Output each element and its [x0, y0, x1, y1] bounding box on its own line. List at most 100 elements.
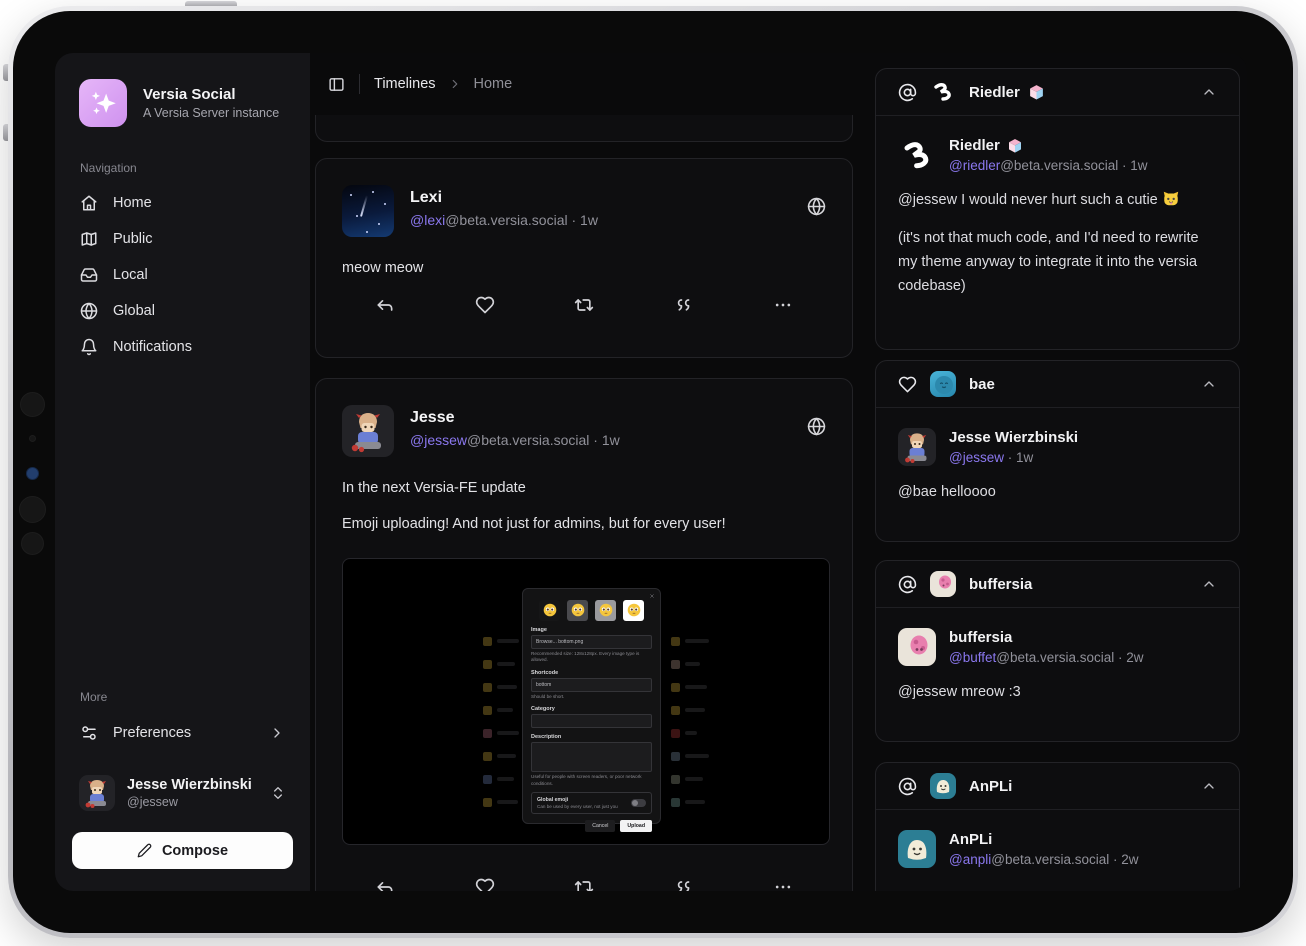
notification-user-handle[interactable]: @riedler [949, 158, 1000, 173]
sidebar-item-label: Global [113, 303, 155, 319]
avatar[interactable] [898, 428, 936, 466]
bezel-dot [19, 496, 46, 523]
more-options-button[interactable] [773, 295, 793, 315]
brand-tagline: A Versia Server instance [143, 106, 279, 120]
notification-user-name[interactable]: buffersia [949, 629, 1144, 646]
notification-card-like[interactable]: bae Jesse Wierzbinski @jessew · 1w @bae … [875, 360, 1240, 542]
compose-label: Compose [162, 843, 228, 859]
boost-button[interactable] [574, 295, 594, 315]
post-author-name[interactable]: Lexi [410, 188, 598, 207]
avatar[interactable] [898, 830, 936, 868]
avatar [930, 571, 956, 597]
notification-user-handle[interactable]: @jessew [949, 450, 1004, 465]
notification-text: @jessew I would never hurt such a cutie [898, 189, 1217, 213]
emoji-preview-tile [567, 600, 588, 621]
sidebar-toggle-button[interactable] [328, 76, 345, 93]
cat-emoji [1162, 189, 1180, 207]
at-sign-icon [898, 83, 917, 102]
visibility-globe-icon [807, 197, 826, 216]
dialog-image-label: Image [531, 627, 652, 633]
avatar[interactable] [342, 185, 394, 237]
dialog-description-hint: Useful for people with screen readers, o… [531, 774, 652, 787]
more-section-label: More [55, 690, 310, 704]
sidebar-item-notifications[interactable]: Notifications [55, 329, 310, 365]
sidebar: Versia Social A Versia Server instance N… [55, 53, 310, 891]
post-card[interactable]: Jesse @jessew@beta.versia.social · 1w In… [315, 378, 853, 891]
like-button[interactable] [475, 877, 495, 891]
notification-header[interactable]: Riedler [876, 69, 1239, 116]
dialog-category-input [531, 714, 652, 728]
timeline-header: Timelines Home [310, 53, 860, 115]
breadcrumb-root[interactable]: Timelines [374, 76, 436, 92]
sidebar-item-public[interactable]: Public [55, 221, 310, 257]
close-icon [649, 593, 655, 599]
dialog-shortcode-label: Shortcode [531, 670, 652, 676]
notification-user-handle[interactable]: @buffet [949, 650, 996, 665]
post-host-time: @beta.versia.social · 1w [445, 212, 598, 228]
post-author-name[interactable]: Jesse [410, 408, 620, 427]
chevrons-up-down-icon [270, 785, 286, 801]
compose-button[interactable]: Compose [72, 832, 293, 869]
dialog-global-emoji-row: Global emoji Can be used by every user, … [531, 792, 652, 814]
quote-button[interactable] [674, 295, 694, 315]
brand[interactable]: Versia Social A Versia Server instance [55, 53, 310, 127]
notification-host-time: · 1w [1004, 450, 1033, 465]
avatar[interactable] [342, 405, 394, 457]
dialog-shortcode-hint: Should be short. [531, 694, 652, 700]
notification-user-name[interactable]: AnPLi [949, 831, 1139, 848]
post-media-screenshot[interactable]: Image Browse... bottom.png Recommended s… [342, 558, 830, 845]
dialog-shortcode-input: bottom [531, 678, 652, 692]
dialog-image-hint: Recommended size: 128x128px. Every image… [531, 651, 652, 664]
nav-section-label: Navigation [55, 161, 310, 175]
sidebar-item-local[interactable]: Local [55, 257, 310, 293]
reply-button[interactable] [375, 877, 395, 891]
bezel-dot [20, 392, 45, 417]
collapse-chevron-up-icon[interactable] [1201, 778, 1217, 794]
camera-icon [26, 467, 39, 480]
avatar[interactable] [898, 628, 936, 666]
sidebar-item-preferences[interactable]: Preferences [55, 714, 310, 752]
collapse-chevron-up-icon[interactable] [1201, 84, 1217, 100]
notification-title: buffersia [969, 576, 1032, 593]
breadcrumb-page[interactable]: Home [474, 76, 513, 92]
notification-user-handle[interactable]: @anpli [949, 852, 991, 867]
notification-card-mention[interactable]: AnPLi AnPLi @anpli@beta.versia.social · … [875, 762, 1240, 891]
notification-header[interactable]: AnPLi [876, 763, 1239, 810]
quote-button[interactable] [674, 877, 694, 891]
notification-header[interactable]: buffersia [876, 561, 1239, 608]
notification-header[interactable]: bae [876, 361, 1239, 408]
reply-button[interactable] [375, 295, 395, 315]
account-handle: @jessew [127, 795, 252, 809]
post-host-time: @beta.versia.social · 1w [467, 432, 620, 448]
toggle-switch [631, 799, 646, 807]
collapse-chevron-up-icon[interactable] [1201, 376, 1217, 392]
post-author-handle[interactable]: @jessew [410, 432, 467, 448]
more-options-button[interactable] [773, 877, 793, 891]
previous-post-card-fragment[interactable] [315, 115, 853, 142]
notification-user-name[interactable]: Riedler [949, 137, 1000, 154]
account-switcher[interactable]: Jesse Wierzbinski @jessew [72, 768, 293, 818]
dialog-global-label: Global emoji [537, 797, 618, 803]
post-author-handle[interactable]: @lexi [410, 212, 445, 228]
sidebar-item-global[interactable]: Global [55, 293, 310, 329]
emoji-preview-tile [623, 600, 644, 621]
cube-emoji [1028, 84, 1045, 101]
bell-icon [80, 338, 98, 356]
notification-user-name[interactable]: Jesse Wierzbinski [949, 429, 1078, 446]
notification-card-mention[interactable]: Riedler Riedler @riedler@beta.versia.soc… [875, 68, 1240, 350]
post-text: In the next Versia-FE update [342, 477, 826, 499]
collapse-chevron-up-icon[interactable] [1201, 576, 1217, 592]
avatar[interactable] [898, 136, 936, 174]
sidebar-item-label: Local [113, 267, 148, 283]
bezel-dot [21, 532, 44, 555]
bezel-dot [29, 435, 36, 442]
boost-button[interactable] [574, 877, 594, 891]
emoji-preview-tile [539, 600, 560, 621]
like-button[interactable] [475, 295, 495, 315]
notification-card-mention[interactable]: buffersia buffersia @buffet@beta.versia.… [875, 560, 1240, 742]
post-card[interactable]: Lexi @lexi@beta.versia.social · 1w meow … [315, 158, 853, 358]
post-text: meow meow [342, 257, 826, 279]
notification-title: Riedler [969, 84, 1020, 101]
tablet-bezel: Versia Social A Versia Server instance N… [13, 11, 1293, 933]
sidebar-item-home[interactable]: Home [55, 185, 310, 221]
